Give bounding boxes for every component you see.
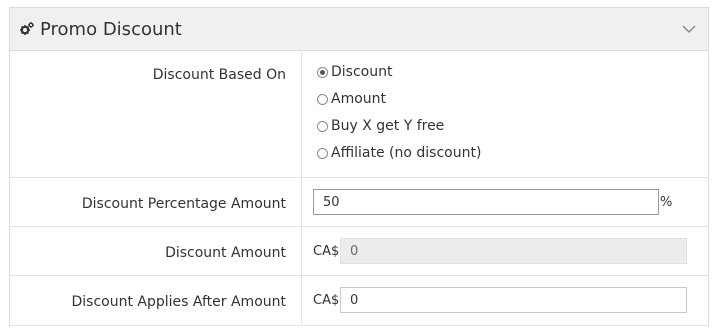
radio-label: Buy X get Y free — [331, 118, 445, 134]
currency-prefix: CA$ — [313, 293, 340, 308]
radio-label: Affiliate (no discount) — [331, 145, 482, 161]
panel-header[interactable]: Promo Discount — [10, 8, 708, 51]
chevron-down-icon[interactable] — [681, 21, 697, 37]
discount-percentage-label: Discount Percentage Amount — [81, 196, 286, 212]
divider — [301, 276, 302, 325]
discount-percentage-row: Discount Percentage Amount 50 % — [10, 178, 708, 227]
radio-button[interactable] — [317, 120, 328, 132]
discount-amount-row: Discount Amount CA$ 0 — [10, 227, 708, 276]
promo-discount-panel: Promo Discount Discount Based On Discoun… — [9, 7, 709, 327]
discount-amount-label: Discount Amount — [165, 245, 286, 261]
divider — [301, 227, 302, 275]
radio-affiliate[interactable]: Affiliate (no discount) — [317, 143, 481, 163]
discount-based-on-row: Discount Based On Discount Amount Buy X … — [10, 50, 708, 178]
discount-applies-after-input[interactable]: 0 — [340, 287, 687, 313]
radio-button[interactable] — [317, 66, 328, 78]
radio-button[interactable] — [317, 93, 328, 105]
discount-based-on-label: Discount Based On — [152, 67, 286, 83]
radio-label: Amount — [331, 91, 387, 107]
divider — [301, 50, 302, 177]
discount-percentage-input[interactable]: 50 — [313, 189, 659, 215]
currency-prefix: CA$ — [313, 244, 340, 259]
discount-applies-after-label: Discount Applies After Amount — [71, 294, 286, 310]
discount-applies-after-row: Discount Applies After Amount CA$ 0 — [10, 276, 708, 326]
radio-amount[interactable]: Amount — [317, 89, 386, 109]
radio-label: Discount — [331, 64, 393, 80]
radio-button[interactable] — [317, 147, 328, 159]
panel-title: Promo Discount — [40, 18, 182, 40]
discount-amount-input: 0 — [340, 238, 687, 264]
radio-buy-x-get-y[interactable]: Buy X get Y free — [317, 116, 444, 136]
percent-suffix: % — [660, 195, 673, 210]
divider — [301, 178, 302, 226]
gears-icon — [19, 21, 35, 37]
radio-discount[interactable]: Discount — [317, 62, 392, 82]
